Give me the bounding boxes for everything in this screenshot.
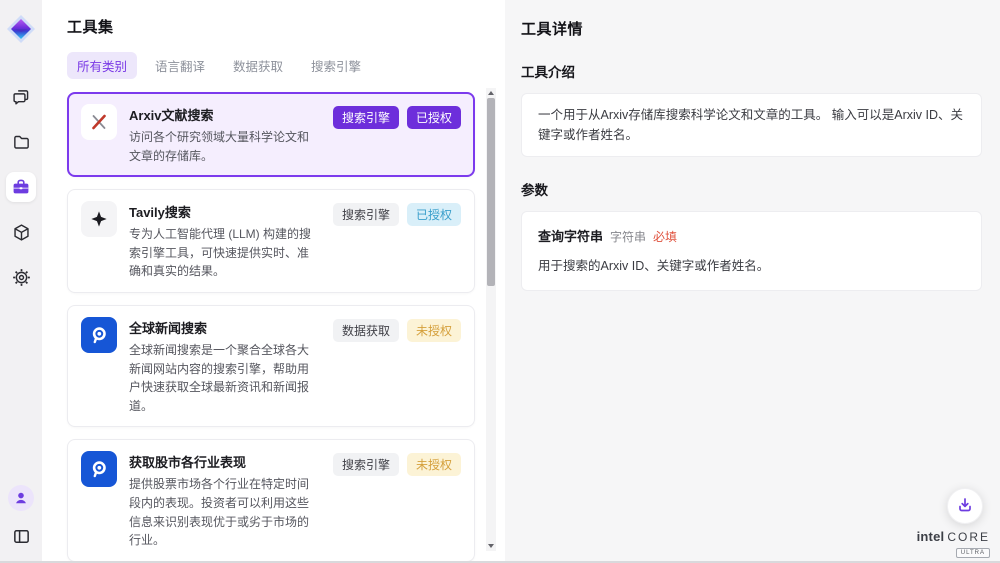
page-title: 工具集	[67, 16, 475, 37]
q-blue-icon	[81, 317, 117, 353]
ultra-badge: ULTRA	[956, 548, 990, 558]
intel-wordmark: intel	[917, 530, 945, 543]
param-card: 查询字符串 字符串 必填 用于搜索的Arxiv ID、关键字或作者姓名。	[521, 211, 982, 291]
tool-detail-panel: 工具详情 工具介绍 一个用于从Arxiv存储库搜索科学论文和文章的工具。 输入可…	[505, 0, 1000, 561]
core-wordmark: core	[947, 531, 990, 543]
category-badge: 搜索引擎	[333, 453, 399, 476]
toolbox-icon[interactable]	[6, 172, 36, 202]
tool-list: Arxiv文献搜索 访问各个研究领域大量科学论文和文章的存储库。 搜索引擎 已授…	[67, 92, 475, 561]
user-avatar-icon[interactable]	[8, 485, 34, 511]
tool-description: 访问各个研究领域大量科学论文和文章的存储库。	[129, 128, 321, 165]
auth-status-badge: 未授权	[407, 319, 461, 342]
intel-core-logo: intel core ULTRA	[917, 530, 990, 558]
tool-title: Arxiv文献搜索	[129, 105, 321, 124]
intro-card: 一个用于从Arxiv存储库搜索科学论文和文章的工具。 输入可以是Arxiv ID…	[521, 93, 982, 157]
scroll-up-icon[interactable]	[486, 88, 496, 98]
tool-title: Tavily搜索	[129, 202, 321, 221]
scrollbar-thumb[interactable]	[487, 98, 495, 286]
q-blue-icon	[81, 451, 117, 487]
category-tabs: 所有类别 语言翻译 数据获取 搜索引擎	[67, 52, 475, 79]
intro-heading: 工具介绍	[521, 61, 982, 81]
category-badge: 数据获取	[333, 319, 399, 342]
tool-title: 全球新闻搜索	[129, 318, 321, 337]
app-logo-diamond-icon	[6, 14, 36, 44]
category-tab[interactable]: 搜索引擎	[301, 52, 371, 79]
tavily-icon	[81, 201, 117, 237]
intro-text: 一个用于从Arxiv存储库搜索科学论文和文章的工具。 输入可以是Arxiv ID…	[538, 105, 965, 145]
category-tab[interactable]: 所有类别	[67, 52, 137, 79]
category-badge: 搜索引擎	[333, 106, 399, 129]
app-window: 工具集 所有类别 语言翻译 数据获取 搜索引擎 Arxiv文献搜索 访问各个研究…	[0, 0, 1000, 563]
settings-icon[interactable]	[6, 262, 36, 292]
sidebar-nav	[6, 82, 36, 292]
param-required-flag: 必填	[653, 228, 677, 245]
tool-card[interactable]: Arxiv文献搜索 访问各个研究领域大量科学论文和文章的存储库。 搜索引擎 已授…	[67, 92, 475, 177]
tool-description: 提供股票市场各个行业在特定时间段内的表现。投资者可以利用这些信息来识别表现优于或…	[129, 475, 321, 549]
tool-list-panel: 工具集 所有类别 语言翻译 数据获取 搜索引擎 Arxiv文献搜索 访问各个研究…	[42, 0, 505, 561]
auth-status-badge: 已授权	[407, 106, 461, 129]
params-heading: 参数	[521, 179, 982, 199]
panel-toggle-icon[interactable]	[6, 521, 36, 551]
list-scrollbar[interactable]	[486, 88, 496, 551]
category-tab[interactable]: 语言翻译	[145, 52, 215, 79]
auth-status-badge: 已授权	[407, 203, 461, 226]
folder-icon[interactable]	[6, 127, 36, 157]
chat-icon[interactable]	[6, 82, 36, 112]
tool-card[interactable]: 获取股市各行业表现 提供股票市场各个行业在特定时间段内的表现。投资者可以利用这些…	[67, 439, 475, 561]
arxiv-icon	[81, 104, 117, 140]
tool-title: 获取股市各行业表现	[129, 452, 321, 471]
category-tab[interactable]: 数据获取	[223, 52, 293, 79]
scrollbar-track[interactable]	[486, 98, 496, 541]
tool-card[interactable]: 全球新闻搜索 全球新闻搜索是一个聚合全球各大新闻网站内容的搜索引擎，帮助用户快速…	[67, 305, 475, 427]
param-name: 查询字符串	[538, 226, 603, 245]
category-badge: 搜索引擎	[333, 203, 399, 226]
download-button[interactable]	[947, 488, 983, 524]
tool-description: 全球新闻搜索是一个聚合全球各大新闻网站内容的搜索引擎，帮助用户快速获取全球最新资…	[129, 341, 321, 415]
detail-title: 工具详情	[521, 18, 982, 39]
param-description: 用于搜索的Arxiv ID、关键字或作者姓名。	[538, 255, 965, 274]
tool-description: 专为人工智能代理 (LLM) 构建的搜索引擎工具，可快速提供实时、准确和真实的结…	[129, 225, 321, 281]
sidebar	[0, 0, 42, 561]
param-type: 字符串	[610, 228, 646, 245]
auth-status-badge: 未授权	[407, 453, 461, 476]
cube-icon[interactable]	[6, 217, 36, 247]
download-icon	[956, 496, 974, 517]
tool-card[interactable]: Tavily搜索 专为人工智能代理 (LLM) 构建的搜索引擎工具，可快速提供实…	[67, 189, 475, 293]
scroll-down-icon[interactable]	[486, 541, 496, 551]
